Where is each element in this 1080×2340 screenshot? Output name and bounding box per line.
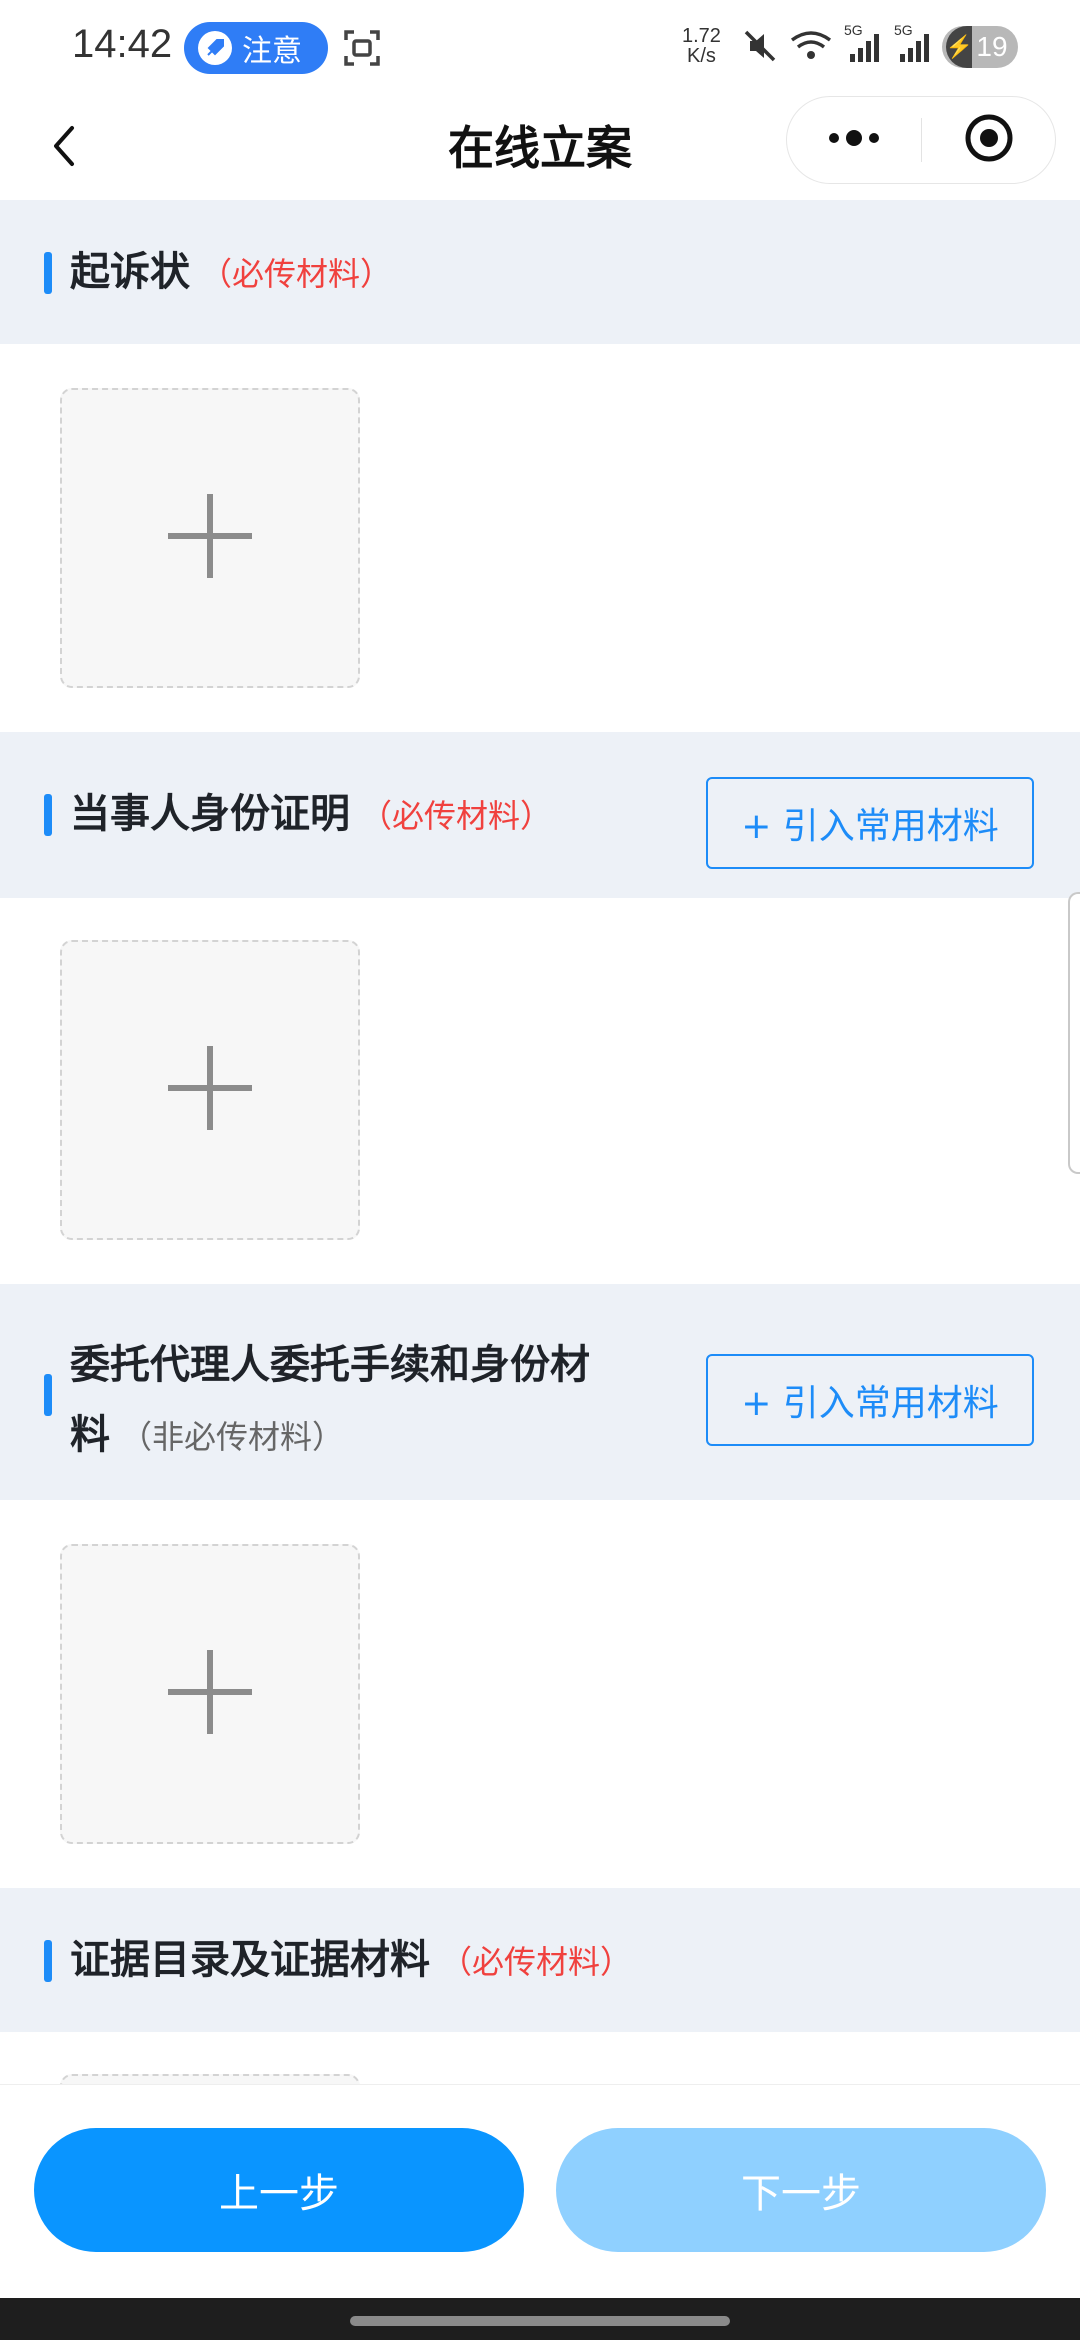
- chevron-left-icon: [44, 122, 84, 174]
- upload-box-complaint[interactable]: [60, 388, 360, 688]
- import-common-materials-button[interactable]: + 引入常用材料: [706, 777, 1034, 869]
- optional-tag: （非必传材料）: [120, 1418, 345, 1456]
- next-step-button[interactable]: 下一步: [556, 2128, 1046, 2252]
- net-speed-unit: K/s: [687, 45, 716, 67]
- section-title: 当事人身份证明 （必传材料）: [70, 786, 552, 844]
- signal-label-2: 5G: [894, 22, 913, 38]
- signal-label-1: 5G: [844, 22, 863, 38]
- section-header-complaint: 起诉状 （必传材料）: [0, 200, 1080, 344]
- required-tag: （必传材料）: [440, 1943, 633, 1981]
- plus-icon: [168, 494, 252, 582]
- rocket-icon: [198, 31, 232, 65]
- more-button[interactable]: [786, 96, 922, 184]
- battery-icon: ⚡ 19: [942, 26, 1018, 68]
- back-button[interactable]: [30, 114, 98, 182]
- net-speed-value: 1.72: [682, 25, 721, 47]
- signal-icon-2: 5G: [894, 22, 934, 68]
- more-dots-icon: [824, 128, 884, 152]
- section-marker: [44, 252, 52, 294]
- section-header-agent: 委托代理人委托手续和身份材 料 （非必传材料） + 引入常用材料: [0, 1284, 1080, 1500]
- section-title-line1: 委托代理人委托手续和身份材: [70, 1342, 590, 1388]
- section-title-text: 当事人身份证明: [70, 791, 350, 837]
- section-title-line2: 料: [70, 1412, 110, 1458]
- section-title: 证据目录及证据材料 （必传材料）: [70, 1932, 632, 1990]
- notice-pill[interactable]: 注意: [184, 22, 328, 74]
- section-header-identity: 当事人身份证明 （必传材料） + 引入常用材料: [0, 732, 1080, 898]
- home-indicator[interactable]: [350, 2316, 730, 2326]
- status-bar: 14:42 注意 1.72 K/s 5G 5G ⚡ 19: [0, 0, 1080, 96]
- previous-step-button[interactable]: 上一步: [34, 2128, 524, 2252]
- required-tag: （必传材料）: [360, 797, 553, 835]
- required-tag: （必传材料）: [200, 255, 393, 293]
- target-close-icon: [963, 112, 1015, 168]
- signal-icon: 5G: [844, 22, 884, 68]
- upload-box-agent[interactable]: [60, 1544, 360, 1844]
- mute-icon: [742, 28, 778, 68]
- upload-box-identity[interactable]: [60, 940, 360, 1240]
- section-marker: [44, 1374, 52, 1416]
- section-marker: [44, 794, 52, 836]
- plus-icon: [168, 1650, 252, 1738]
- status-time: 14:42: [72, 22, 173, 66]
- wifi-icon: [788, 28, 834, 68]
- section-title: 委托代理人委托手续和身份材 料 （非必传材料）: [70, 1330, 670, 1472]
- plus-icon: [168, 1046, 252, 1134]
- status-icons: 5G 5G: [742, 22, 934, 72]
- section-header-evidence: 证据目录及证据材料 （必传材料）: [0, 1888, 1080, 2032]
- net-speed: 1.72 K/s: [682, 26, 721, 66]
- section-title: 起诉状 （必传材料）: [70, 244, 392, 302]
- screenshot-icon: [340, 26, 384, 70]
- import-common-materials-button[interactable]: + 引入常用材料: [706, 1354, 1034, 1446]
- notice-label: 注意: [242, 34, 302, 69]
- charging-bolt-icon: ⚡: [946, 26, 973, 68]
- close-button[interactable]: [922, 96, 1056, 184]
- section-marker: [44, 1940, 52, 1982]
- battery-level: 19: [976, 31, 1008, 62]
- section-title-text: 证据目录及证据材料: [70, 1937, 430, 1983]
- section-title-text: 起诉状: [70, 249, 190, 295]
- scrollbar-handle[interactable]: [1068, 892, 1080, 1174]
